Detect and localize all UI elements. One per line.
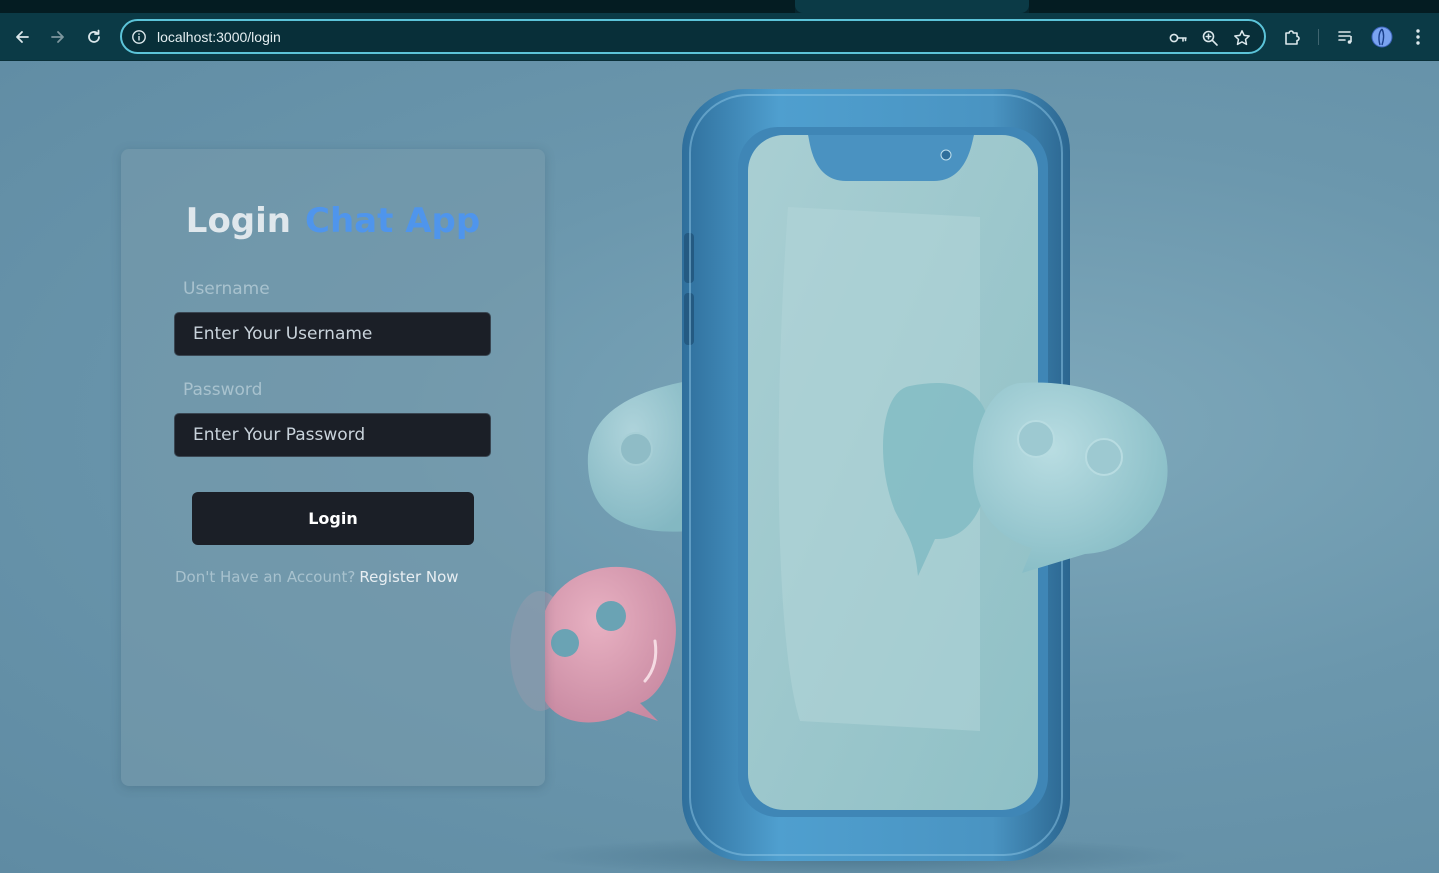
register-prompt: Don't Have an Account? Register Now bbox=[175, 568, 459, 586]
more-menu-icon[interactable] bbox=[1406, 25, 1430, 49]
media-controls-icon[interactable] bbox=[1334, 25, 1358, 49]
forward-icon[interactable] bbox=[46, 25, 70, 49]
reload-icon[interactable] bbox=[82, 25, 106, 49]
active-tab[interactable] bbox=[795, 0, 1029, 13]
register-link[interactable]: Register Now bbox=[359, 568, 458, 586]
login-button[interactable]: Login bbox=[192, 492, 474, 545]
password-label: Password bbox=[183, 380, 263, 400]
login-title: Login Chat App bbox=[121, 201, 545, 241]
site-info-icon[interactable] bbox=[131, 29, 147, 45]
password-input[interactable] bbox=[174, 413, 491, 457]
browser-toolbar: localhost:3000/login bbox=[0, 13, 1439, 61]
toolbar-separator bbox=[1318, 29, 1319, 45]
password-key-icon[interactable] bbox=[1168, 28, 1188, 48]
profile-avatar[interactable] bbox=[1370, 25, 1394, 49]
register-question: Don't Have an Account? bbox=[175, 568, 356, 586]
title-app-name: Chat App bbox=[305, 201, 481, 241]
address-bar[interactable]: localhost:3000/login bbox=[120, 19, 1266, 54]
back-icon[interactable] bbox=[10, 25, 34, 49]
extensions-icon[interactable] bbox=[1280, 25, 1304, 49]
username-label: Username bbox=[183, 279, 270, 299]
url-text[interactable]: localhost:3000/login bbox=[157, 29, 281, 45]
inactive-tabs-right[interactable] bbox=[1029, 0, 1439, 13]
login-card: Login Chat App Username Password Login Do… bbox=[121, 149, 545, 786]
tab-strip bbox=[0, 0, 1439, 13]
title-login-text: Login bbox=[185, 201, 292, 241]
username-input[interactable] bbox=[174, 312, 491, 356]
zoom-icon[interactable] bbox=[1200, 28, 1220, 48]
bookmark-star-icon[interactable] bbox=[1232, 28, 1252, 48]
inactive-tabs[interactable] bbox=[0, 0, 795, 13]
login-page: Login Chat App Username Password Login Do… bbox=[0, 61, 1439, 873]
